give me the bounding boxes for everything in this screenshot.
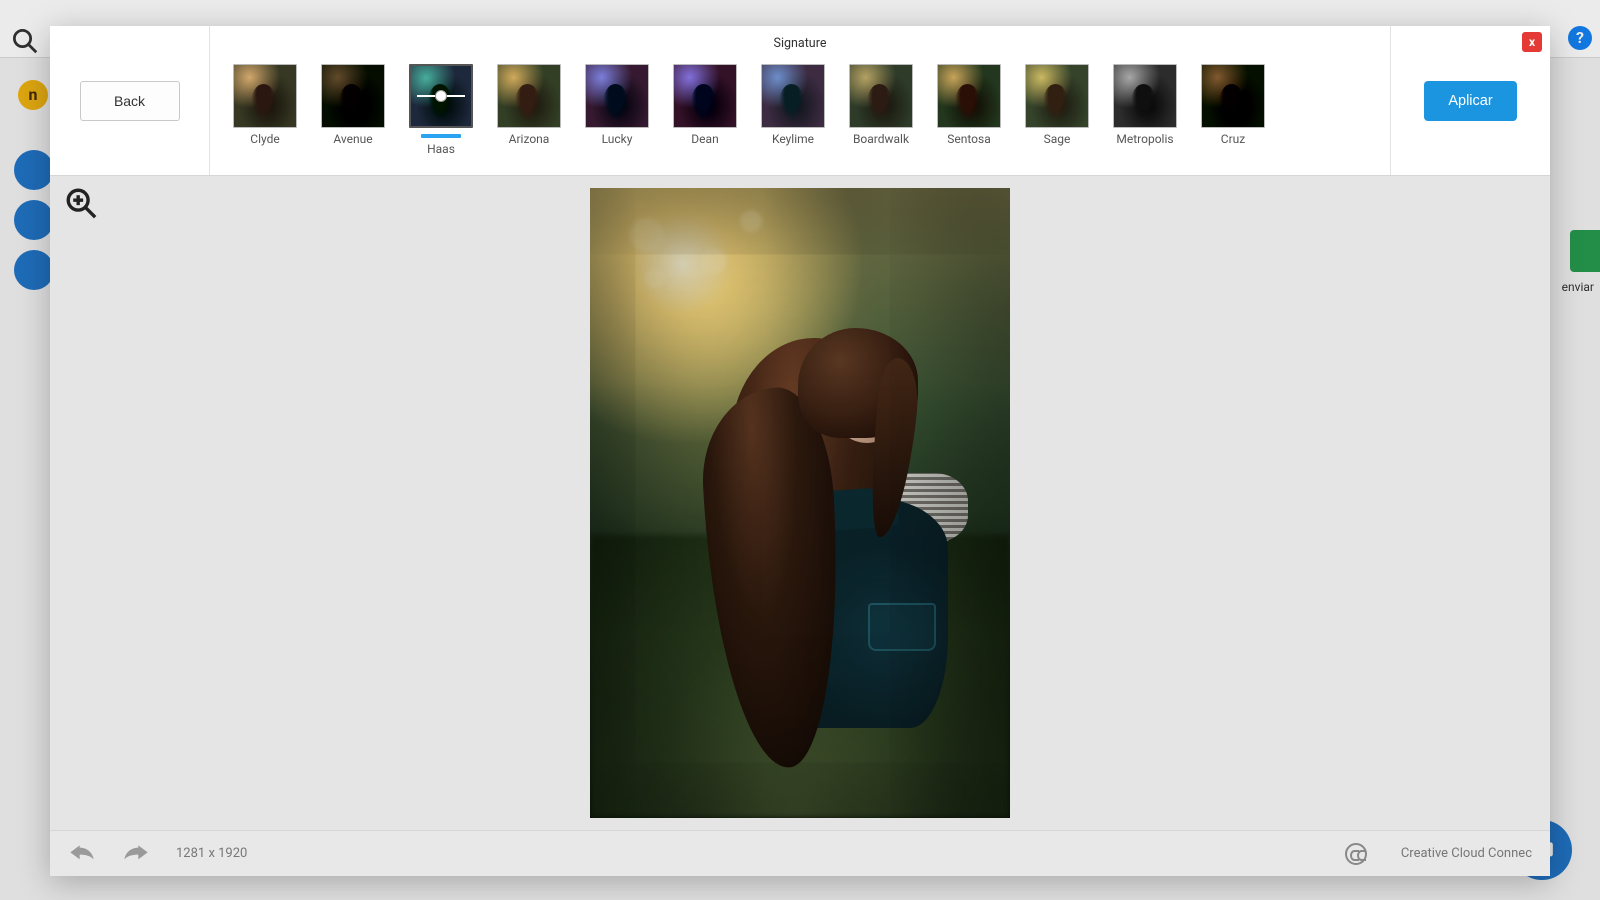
filter-thumb (1113, 64, 1177, 128)
zoom-in-icon[interactable] (64, 186, 98, 220)
filter-label: Keylime (772, 132, 814, 146)
filter-label: Clyde (250, 132, 279, 146)
filter-label: Boardwalk (853, 132, 909, 146)
creative-cloud-icon (1345, 843, 1367, 865)
redo-icon[interactable] (122, 843, 150, 865)
filter-sage[interactable]: Sage (1022, 64, 1092, 146)
filter-label: Sentosa (947, 132, 991, 146)
filter-thumb (849, 64, 913, 128)
filter-thumb (497, 64, 561, 128)
filter-haas[interactable]: Haas (406, 64, 476, 156)
image-dimensions: 1281 x 1920 (176, 846, 247, 861)
filter-dean[interactable]: Dean (670, 64, 740, 146)
filter-thumb (937, 64, 1001, 128)
filters-row: Clyde Avenue Haas Arizona Lucky Dean Keylime Bo… (210, 60, 1390, 175)
filter-sentosa[interactable]: Sentosa (934, 64, 1004, 146)
filter-thumb (1201, 64, 1265, 128)
filter-label: Cruz (1221, 132, 1245, 146)
modal-header: Back Signature Clyde Avenue Haas Arizona Luc… (50, 26, 1550, 176)
filter-avenue[interactable]: Avenue (318, 64, 388, 146)
filter-metropolis[interactable]: Metropolis (1110, 64, 1180, 146)
header-center: Signature Clyde Avenue Haas Arizona Lucky Dea… (210, 26, 1390, 175)
filter-label: Sage (1044, 132, 1071, 146)
filter-thumb (321, 64, 385, 128)
apply-button[interactable]: Aplicar (1424, 81, 1516, 121)
filter-thumb (233, 64, 297, 128)
filter-label: Arizona (509, 132, 550, 146)
creative-cloud-label: Creative Cloud Connec (1401, 846, 1532, 861)
filter-thumb (585, 64, 649, 128)
filter-arizona[interactable]: Arizona (494, 64, 564, 146)
back-button[interactable]: Back (80, 81, 180, 121)
filter-label: Dean (691, 132, 718, 146)
filter-cruz[interactable]: Cruz (1198, 64, 1268, 146)
filter-label: Lucky (602, 132, 633, 146)
filter-lucky[interactable]: Lucky (582, 64, 652, 146)
modal-footer: 1281 x 1920 Creative Cloud Connec (50, 830, 1550, 876)
filter-keylime[interactable]: Keylime (758, 64, 828, 146)
filter-label: Avenue (333, 132, 372, 146)
close-button[interactable]: x (1522, 32, 1542, 52)
filter-boardwalk[interactable]: Boardwalk (846, 64, 916, 146)
filter-thumb (1025, 64, 1089, 128)
filter-clyde[interactable]: Clyde (230, 64, 300, 146)
image-editor-modal: x Back Signature Clyde Avenue Haas Arizona L… (50, 26, 1550, 876)
filter-label: Metropolis (1116, 132, 1173, 146)
header-left: Back (50, 26, 210, 175)
filter-category-title: Signature (210, 26, 1390, 60)
filter-thumb (761, 64, 825, 128)
filter-thumb (409, 64, 473, 128)
filter-label: Haas (427, 142, 455, 156)
undo-icon[interactable] (68, 843, 96, 865)
filter-thumb (673, 64, 737, 128)
selected-indicator (421, 134, 461, 138)
modal-body (50, 176, 1550, 830)
image-preview[interactable] (590, 188, 1010, 818)
